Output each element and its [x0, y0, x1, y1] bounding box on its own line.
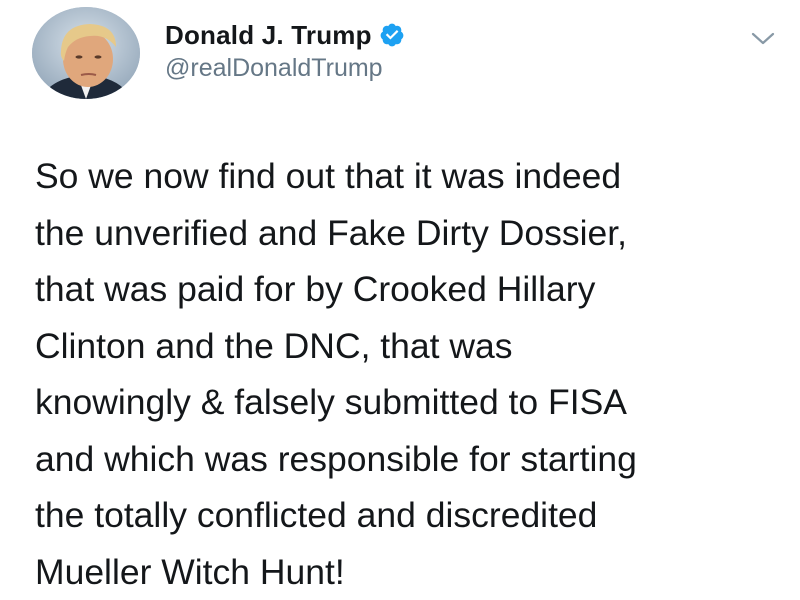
profile-photo [32, 7, 140, 99]
author-handle[interactable]: @realDonaldTrump [165, 54, 383, 83]
tweet-text-line: Mueller Witch Hunt! [35, 551, 345, 592]
tweet-card: Donald J. Trump @realDonaldTrump So we n… [0, 0, 800, 600]
tweet-text: So we now find out that it was indeed th… [35, 148, 790, 600]
tweet-text-line: knowingly & falsely submitted to FISA [35, 382, 627, 422]
tweet-text-line: the totally conflicted and discredited [35, 495, 598, 535]
tweet-text-line: the unverified and Fake Dirty Dossier, [35, 212, 627, 253]
author-display-name[interactable]: Donald J. Trump [165, 20, 372, 51]
verified-badge-icon [379, 22, 405, 48]
tweet-text-line: So we now find out that it was indeed [35, 156, 622, 196]
tweet-text-line: that was paid for by Crooked Hillary [35, 269, 596, 309]
author-name-row: Donald J. Trump [165, 19, 405, 51]
tweet-text-line: Clinton and the DNC, that was [35, 325, 513, 366]
tweet-text-line: and which was responsible for starting [35, 438, 637, 479]
avatar[interactable] [32, 7, 140, 99]
chevron-down-icon[interactable] [750, 30, 776, 48]
